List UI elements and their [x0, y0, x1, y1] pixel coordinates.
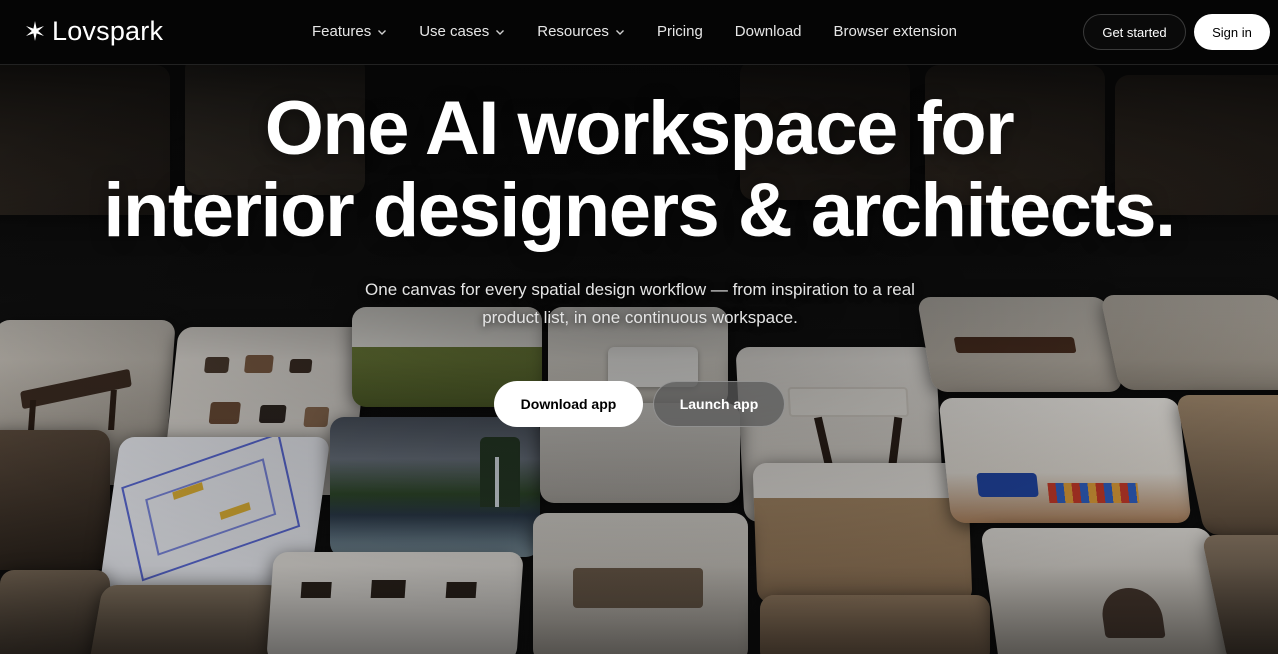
bg-tile — [87, 585, 283, 654]
bg-tile — [533, 513, 748, 654]
nav-item-label: Features — [312, 23, 372, 40]
nav-item-label: Browser extension — [833, 23, 957, 40]
hero-title-line-1: One AI workspace for — [264, 86, 1015, 171]
bg-tile — [760, 595, 990, 654]
nav-item-download[interactable]: Download — [735, 22, 802, 42]
bg-tile — [0, 430, 110, 570]
sparkle-icon — [26, 21, 44, 41]
sign-in-button[interactable]: Sign in — [1194, 14, 1270, 50]
bg-tile — [330, 417, 540, 557]
bg-tile — [1175, 395, 1278, 535]
nav-item-pricing[interactable]: Pricing — [657, 22, 703, 42]
chevron-down-icon — [378, 30, 387, 35]
nav-item-browser-extension[interactable]: Browser extension — [834, 22, 957, 42]
chevron-down-icon — [615, 30, 624, 35]
hero-title-line-2: interior designers & architects. — [103, 168, 1176, 253]
nav-item-label: Use cases — [419, 23, 490, 40]
main-menu: Features Use cases Resources Pricing Dow… — [312, 22, 989, 42]
bg-tile — [266, 552, 524, 654]
nav-item-resources[interactable]: Resources — [537, 22, 625, 42]
top-nav: Lovspark Features Use cases Resources Pr… — [0, 0, 1278, 65]
get-started-button[interactable]: Get started — [1083, 14, 1186, 50]
hero-title: One AI workspace for interior designers … — [0, 88, 1278, 252]
download-app-button[interactable]: Download app — [494, 381, 643, 427]
bg-tile — [980, 528, 1230, 654]
launch-app-button[interactable]: Launch app — [653, 381, 785, 427]
nav-item-label: Pricing — [656, 23, 703, 40]
bg-tile — [1099, 295, 1278, 390]
nav-item-use-cases[interactable]: Use cases — [419, 22, 505, 42]
bg-tile — [752, 463, 973, 603]
brand-logo[interactable]: Lovspark — [24, 15, 163, 47]
chevron-down-icon — [496, 30, 505, 35]
nav-item-label: Download — [734, 23, 802, 40]
hero-subtitle-line-2: product list, in one continuous workspac… — [482, 308, 798, 327]
hero-subtitle: One canvas for every spatial design work… — [320, 276, 960, 332]
brand-name: Lovspark — [52, 16, 164, 46]
bg-tile — [938, 398, 1192, 523]
nav-item-features[interactable]: Features — [312, 22, 387, 42]
hero-subtitle-line-1: One canvas for every spatial design work… — [365, 280, 915, 299]
nav-item-label: Resources — [537, 23, 609, 40]
